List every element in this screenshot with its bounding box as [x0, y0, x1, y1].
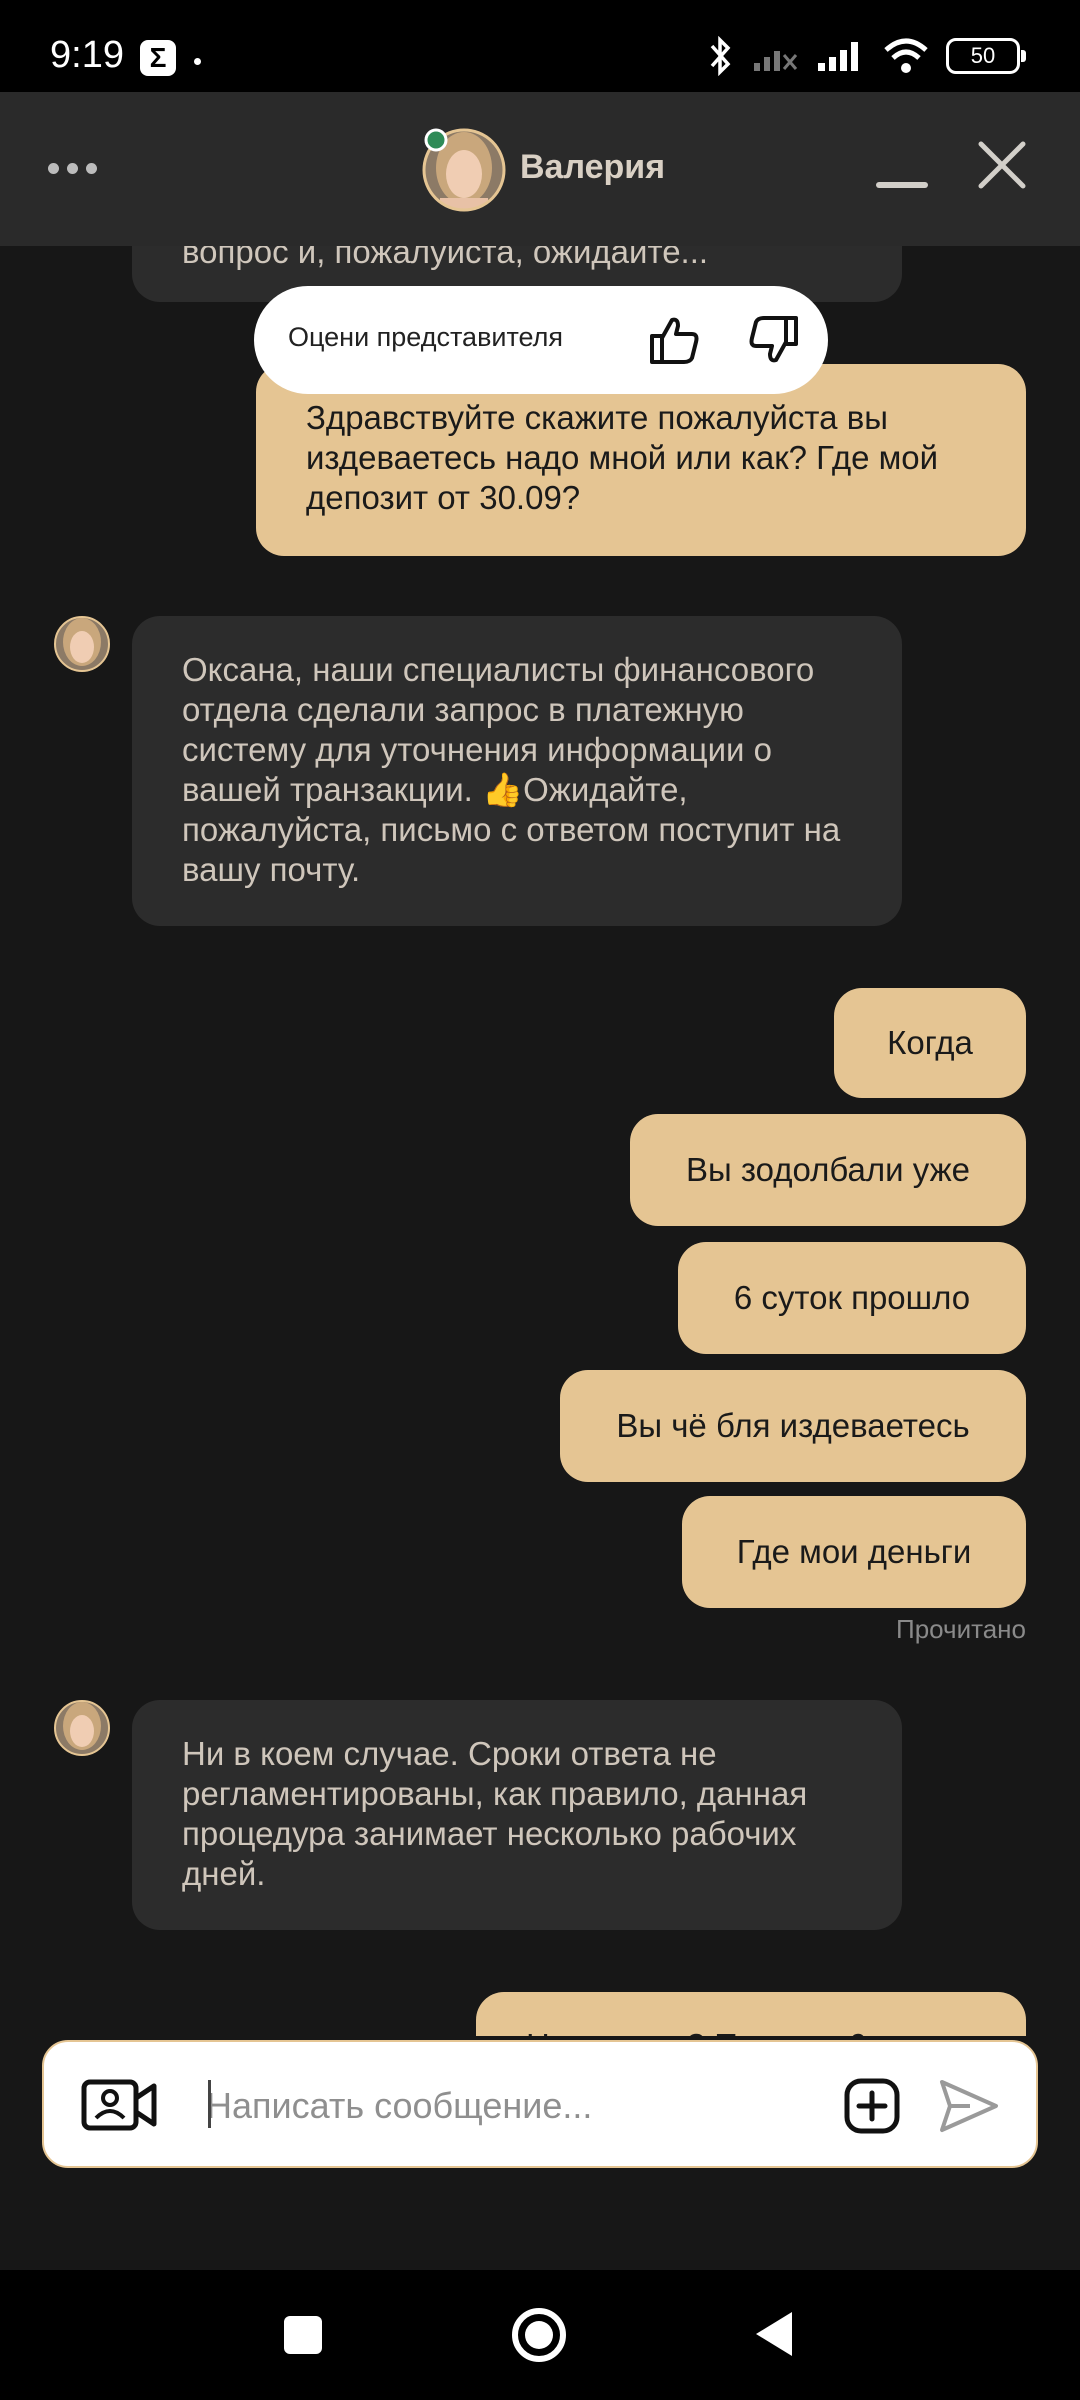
- notification-app-icon: Σ: [140, 40, 176, 76]
- message-text: Вы чё бля издеваетесь: [616, 1407, 970, 1444]
- message-user: Вы чё бля издеваетесь: [560, 1370, 1026, 1482]
- send-icon[interactable]: [936, 2076, 1002, 2136]
- recents-icon[interactable]: [284, 2316, 322, 2354]
- read-status: Прочитано: [896, 1614, 1026, 1644]
- status-icons: 50: [708, 36, 1026, 76]
- system-nav-bar: [0, 2270, 1080, 2400]
- close-icon[interactable]: [975, 138, 1029, 192]
- message-user: Когда: [834, 988, 1026, 1098]
- chat-header: Валерия: [0, 92, 1080, 246]
- message-user: 6 суток прошло: [678, 1242, 1026, 1354]
- signal-icon: [818, 42, 858, 71]
- thumbs-up-icon[interactable]: [646, 312, 702, 368]
- video-call-icon[interactable]: [80, 2076, 158, 2134]
- thumbs-down-icon[interactable]: [746, 312, 802, 368]
- message-text: Вы зодолбали уже: [685, 1151, 971, 1188]
- message-text: 6 суток прошло: [733, 1279, 971, 1316]
- rate-agent-panel: Оцени представителя: [254, 286, 828, 394]
- attach-plus-icon[interactable]: [842, 2076, 902, 2136]
- message-agent: Оксана, наши специалисты финансового отд…: [132, 616, 902, 926]
- agent-avatar-small: [54, 616, 110, 672]
- battery-icon: 50: [946, 38, 1026, 74]
- more-dots-icon[interactable]: [48, 148, 108, 188]
- wifi-icon: [884, 38, 928, 73]
- message-text: Оксана, наши специалисты финансового отд…: [182, 651, 841, 888]
- message-text: вопрос и, пожалуйста, ожидайте...: [182, 246, 709, 270]
- text-cursor: [208, 2080, 211, 2128]
- rate-agent-label: Оцени представителя: [288, 322, 564, 352]
- bluetooth-icon: [710, 36, 731, 76]
- message-text: Когда: [887, 1024, 973, 1061]
- chat-messages[interactable]: вопрос и, пожалуйста, ожидайте... Здравс…: [0, 246, 1080, 2036]
- home-icon[interactable]: [510, 2306, 568, 2364]
- message-composer: [42, 2040, 1038, 2168]
- message-text: Здравствуйте скажите пожалуйста вы издев…: [306, 399, 939, 516]
- status-bar: 9:19 Σ 50: [0, 0, 1080, 92]
- minimize-icon[interactable]: [876, 182, 928, 188]
- agent-name: Валерия: [520, 148, 666, 186]
- message-user: Вы зодолбали уже: [630, 1114, 1026, 1226]
- message-agent: Ни в коем случае. Сроки ответа не реглам…: [132, 1700, 902, 1930]
- message-text: Ни в коем случае. Сроки ответа не реглам…: [182, 1735, 808, 1892]
- message-text: Несколько? Прошло 6 суток: [526, 2027, 956, 2036]
- agent-avatar: [422, 128, 506, 212]
- message-user: Несколько? Прошло 6 суток: [476, 1992, 1026, 2036]
- status-time: 9:19: [50, 34, 124, 76]
- signal-weak-icon: [754, 51, 798, 71]
- message-text: Где мои деньги: [736, 1533, 972, 1570]
- agent-avatar-small: [54, 1700, 110, 1756]
- message-input[interactable]: [204, 2076, 848, 2136]
- message-user: Где мои деньги: [682, 1496, 1026, 1608]
- notification-dot-icon: [194, 58, 201, 65]
- back-icon[interactable]: [752, 2308, 796, 2360]
